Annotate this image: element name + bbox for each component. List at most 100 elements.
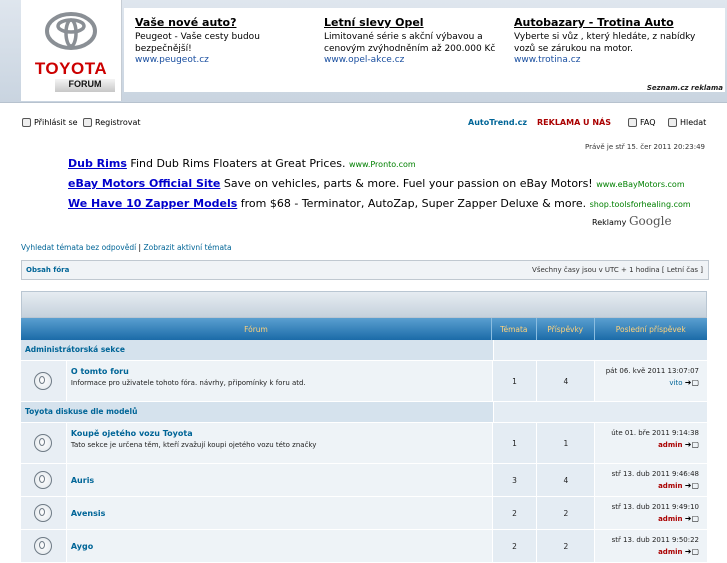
forum-link[interactable]: Aygo	[71, 542, 93, 551]
seznam-ad-badge[interactable]: Seznam.cz reklama	[647, 84, 723, 92]
ad-desc: Limitované série s akční výbavou a cenov…	[324, 32, 496, 54]
ad-desc: Peugeot - Vaše cesty budou bezpečnější!	[135, 32, 260, 54]
forum-read-icon	[34, 537, 53, 555]
forum-row: Aygo 2 2 stř 13. dub 2011 9:50:22 admin …	[21, 530, 707, 563]
register-icon	[83, 118, 92, 127]
site-header: TOYOTA FORUM Vaše nové auto? Peugeot - V…	[0, 0, 727, 103]
unanswered-topics-link[interactable]: Vyhledat témata bez odpovědí	[21, 243, 136, 252]
google-ad[interactable]: eBay Motors Official Site Save on vehicl…	[68, 177, 708, 197]
google-ad-url[interactable]: www.eBayMotors.com	[596, 180, 684, 189]
go-to-post-icon[interactable]: ➜▢	[685, 378, 699, 387]
google-ads-label[interactable]: Reklamy Google	[592, 214, 672, 228]
last-post-author[interactable]: vito	[669, 379, 682, 387]
logo-brand-text: TOYOTA	[34, 59, 108, 78]
google-ad-text: Find Dub Rims Floaters at Great Prices.	[126, 157, 349, 170]
login-link[interactable]: Přihlásit se	[22, 118, 78, 127]
ad-title[interactable]: Letní slevy Opel	[324, 16, 504, 29]
timezone-info: Všechny časy jsou v UTC + 1 hodina [ Let…	[532, 266, 703, 274]
ad-url[interactable]: www.peugeot.cz	[135, 55, 315, 65]
google-ad-text: from $68 - Terminator, AutoZap, Super Za…	[237, 197, 590, 210]
forum-link[interactable]: Auris	[71, 476, 94, 485]
top-nav: Přihlásit se Registrovat AutoTrend.cz RE…	[0, 118, 727, 132]
current-date: Právě je stř 15. čer 2011 20:23:49	[584, 143, 705, 151]
forum-table: Fórum Témata Příspěvky Poslední příspěve…	[21, 291, 707, 563]
go-to-post-icon[interactable]: ➜▢	[685, 547, 699, 556]
google-ad-url[interactable]: shop.toolsforhealing.com	[590, 200, 691, 209]
search-icon	[668, 118, 677, 127]
google-ad-title[interactable]: We Have 10 Zapper Models	[68, 197, 237, 210]
category-row: Toyota diskuse dle modelů	[21, 402, 707, 423]
search-links: Vyhledat témata bez odpovědí | Zobrazit …	[21, 243, 232, 252]
forum-row: O tomto foru Informace pro uživatele toh…	[21, 361, 707, 402]
category-fill	[493, 340, 707, 360]
table-header: Fórum Témata Příspěvky Poslední příspěve…	[21, 318, 707, 340]
forum-status-cell	[21, 464, 66, 496]
ad-desc: Vyberte si vůz , který hledáte, z nabídk…	[514, 32, 696, 54]
google-ad-url[interactable]: www.Pronto.com	[349, 160, 416, 169]
forum-link[interactable]: Koupě ojetého vozu Toyota	[71, 429, 488, 438]
forum-status-cell	[21, 423, 66, 463]
login-label[interactable]: Přihlásit se	[34, 118, 78, 127]
autotrend-link[interactable]: AutoTrend.cz	[468, 118, 527, 127]
seznam-ads-box: Vaše nové auto? Peugeot - Vaše cesty bud…	[124, 8, 725, 92]
ad-title[interactable]: Autobazary - Trotina Auto	[514, 16, 719, 29]
google-ad-title[interactable]: Dub Rims	[68, 157, 127, 170]
last-post: pát 06. kvě 2011 13:07:07 vito ➜▢	[594, 361, 707, 401]
topics-count: 1	[491, 361, 537, 401]
search-label[interactable]: Hledat	[680, 118, 706, 127]
breadcrumb: Obsah fóra Všechny časy jsou v UTC + 1 h…	[21, 260, 709, 280]
forum-status-cell	[21, 530, 66, 562]
last-post-date: stř 13. dub 2011 9:50:22	[611, 536, 699, 544]
active-topics-link[interactable]: Zobrazit aktivní témata	[143, 243, 231, 252]
ad-opel[interactable]: Letní slevy Opel Limitované série s akčn…	[324, 16, 504, 65]
forum-status-cell	[21, 497, 66, 529]
topics-count: 1	[491, 423, 537, 463]
register-label[interactable]: Registrovat	[95, 118, 141, 127]
faq-link[interactable]: FAQ	[628, 118, 656, 127]
forum-read-icon	[34, 471, 53, 489]
ad-url[interactable]: www.trotina.cz	[514, 55, 719, 65]
last-post-author[interactable]: admin	[658, 548, 682, 556]
faq-label[interactable]: FAQ	[640, 118, 656, 127]
ad-peugeot[interactable]: Vaše nové auto? Peugeot - Vaše cesty bud…	[135, 16, 315, 65]
google-ad[interactable]: Dub Rims Find Dub Rims Floaters at Great…	[68, 157, 708, 177]
topics-count: 2	[491, 497, 537, 529]
forum-row: Auris 3 4 stř 13. dub 2011 9:46:48 admin…	[21, 464, 707, 497]
forum-row: Koupě ojetého vozu Toyota Tato sekce je …	[21, 423, 707, 464]
forum-info: Koupě ojetého vozu Toyota Tato sekce je …	[65, 423, 492, 463]
register-link[interactable]: Registrovat	[83, 118, 141, 127]
col-last-post: Poslední příspěvek	[593, 318, 708, 340]
last-post-author[interactable]: admin	[658, 482, 682, 490]
forum-link[interactable]: O tomto foru	[71, 367, 488, 376]
forum-read-icon	[34, 434, 53, 452]
ad-title[interactable]: Vaše nové auto?	[135, 16, 315, 29]
go-to-post-icon[interactable]: ➜▢	[685, 514, 699, 523]
last-post-author[interactable]: admin	[658, 441, 682, 449]
forum-row: Avensis 2 2 stř 13. dub 2011 9:49:10 adm…	[21, 497, 707, 530]
ad-trotina[interactable]: Autobazary - Trotina Auto Vyberte si vůz…	[514, 16, 719, 65]
logo-forum-text: FORUM	[55, 79, 115, 92]
forum-desc: Tato sekce je určena těm, kteří zvažují …	[70, 441, 317, 449]
topics-count: 2	[491, 530, 537, 562]
category-link[interactable]: Administrátorská sekce	[21, 340, 493, 360]
login-icon	[22, 118, 31, 127]
google-ad-title[interactable]: eBay Motors Official Site	[68, 177, 220, 190]
ad-url[interactable]: www.opel-akce.cz	[324, 55, 504, 65]
search-link[interactable]: Hledat	[668, 118, 706, 127]
forum-info: Auris	[65, 464, 492, 496]
breadcrumb-index-link[interactable]: Obsah fóra	[26, 266, 69, 274]
faq-icon	[628, 118, 637, 127]
go-to-post-icon[interactable]: ➜▢	[685, 481, 699, 490]
reklama-link[interactable]: REKLAMA U NÁS	[537, 118, 611, 127]
forum-link[interactable]: Avensis	[71, 509, 106, 518]
go-to-post-icon[interactable]: ➜▢	[685, 440, 699, 449]
toyota-emblem-icon	[45, 12, 97, 50]
last-post-date: stř 13. dub 2011 9:49:10	[611, 503, 699, 511]
last-post-date: pát 06. kvě 2011 13:07:07	[605, 367, 699, 375]
last-post-author[interactable]: admin	[658, 515, 682, 523]
toyota-forum-logo[interactable]: TOYOTA FORUM	[21, 0, 122, 101]
autotrend-label[interactable]: AutoTrend.cz	[468, 118, 527, 127]
category-link[interactable]: Toyota diskuse dle modelů	[21, 402, 493, 422]
last-post-date: úte 01. bře 2011 9:14:38	[611, 429, 699, 437]
reklama-label[interactable]: REKLAMA U NÁS	[537, 118, 611, 127]
